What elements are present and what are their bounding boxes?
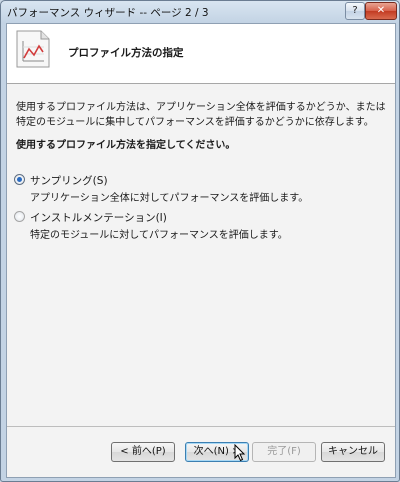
instrumentation-radio[interactable] (14, 211, 25, 222)
wizard-header: プロファイル方法の指定 (7, 24, 395, 84)
instrumentation-description: 特定のモジュールに対してパフォーマンスを評価します。 (30, 230, 288, 241)
window-title: パフォーマンス ウィザード -- ページ 2 / 3 (7, 7, 209, 19)
instrumentation-label[interactable]: インストルメンテーション(I) (30, 210, 167, 225)
mouse-cursor-icon (234, 444, 246, 462)
method-description: 使用するプロファイル方法は、アプリケーション全体を評価するかどうか、または特定の… (16, 102, 386, 128)
title-bar[interactable]: パフォーマンス ウィザード -- ページ 2 / 3 ? ✕ (1, 1, 399, 23)
button-separator (7, 426, 395, 427)
page-title: プロファイル方法の指定 (68, 47, 184, 59)
close-button[interactable]: ✕ (365, 2, 397, 20)
finish-button[interactable]: 完了(F) (252, 442, 316, 462)
chart-document-icon (16, 30, 50, 68)
back-button[interactable]: < 前へ(P) (111, 442, 175, 462)
wizard-client-area: プロファイル方法の指定 使用するプロファイル方法は、アプリケーション全体を評価す… (6, 23, 396, 478)
sampling-label[interactable]: サンプリング(S) (30, 173, 108, 188)
help-button[interactable]: ? (345, 2, 365, 20)
method-instruction: 使用するプロファイル方法を指定してください。 (16, 140, 236, 151)
sampling-radio[interactable] (14, 174, 25, 185)
cancel-button[interactable]: キャンセル (321, 442, 385, 462)
wizard-window: パフォーマンス ウィザード -- ページ 2 / 3 ? ✕ プロファイル方法の… (0, 0, 400, 482)
sampling-description: アプリケーション全体に対してパフォーマンスを評価します。 (30, 193, 309, 204)
